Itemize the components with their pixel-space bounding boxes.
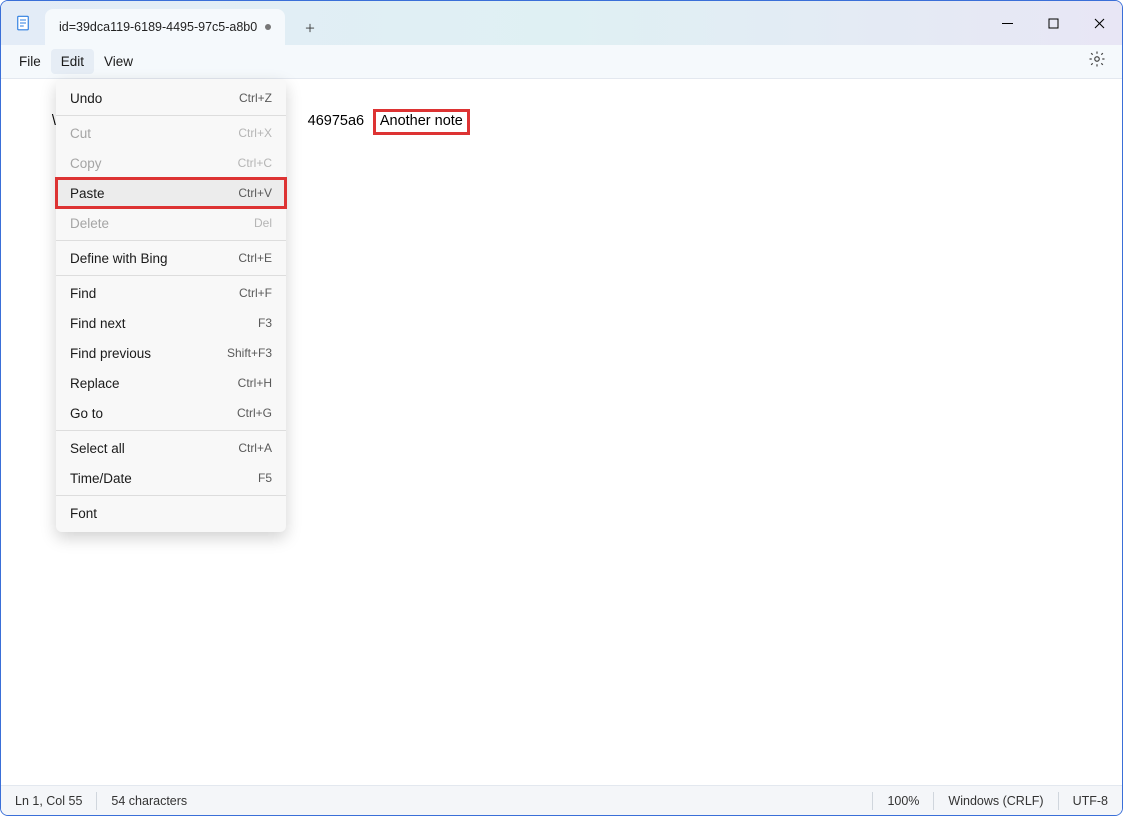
settings-button[interactable] (1080, 45, 1114, 78)
notepad-icon (14, 14, 32, 32)
menu-item-define-with-bing[interactable]: Define with Bing Ctrl+E (56, 243, 286, 273)
menu-separator (56, 495, 286, 496)
menu-item-shortcut: F5 (258, 471, 272, 485)
menu-item-select-all[interactable]: Select all Ctrl+A (56, 433, 286, 463)
menu-view[interactable]: View (94, 49, 143, 74)
menu-item-shortcut: Ctrl+Z (239, 91, 272, 105)
menu-item-shortcut: Ctrl+F (239, 286, 272, 300)
menu-file[interactable]: File (9, 49, 51, 74)
menu-item-shortcut: Ctrl+A (238, 441, 272, 455)
menu-item-find-previous[interactable]: Find previous Shift+F3 (56, 338, 286, 368)
editor-text-mid: 46975a6 (308, 113, 364, 129)
menu-item-label: Time/Date (70, 471, 132, 486)
menu-item-time-date[interactable]: Time/Date F5 (56, 463, 286, 493)
menu-item-label: Find (70, 286, 96, 301)
menu-item-label: Cut (70, 126, 91, 141)
tab-title: id=39dca119-6189-4495-97c5-a8b0 (59, 20, 257, 34)
menu-item-shortcut: F3 (258, 316, 272, 330)
menu-item-label: Font (70, 506, 97, 521)
menu-separator (56, 275, 286, 276)
status-chars: 54 characters (97, 786, 201, 815)
minimize-button[interactable] (984, 1, 1030, 45)
maximize-icon (1048, 18, 1059, 29)
menu-item-label: Define with Bing (70, 251, 168, 266)
statusbar: Ln 1, Col 55 54 characters 100% Windows … (1, 785, 1122, 815)
menu-item-replace[interactable]: Replace Ctrl+H (56, 368, 286, 398)
menu-separator (56, 240, 286, 241)
highlighted-text: Another note (373, 109, 470, 135)
menu-item-shortcut: Ctrl+C (238, 156, 272, 170)
gear-icon (1088, 50, 1106, 68)
menu-item-shortcut: Ctrl+V (238, 186, 272, 200)
menu-separator (56, 430, 286, 431)
menu-item-paste[interactable]: Paste Ctrl+V (56, 178, 286, 208)
menubar: File Edit View (1, 45, 1122, 79)
plus-icon (303, 21, 317, 35)
titlebar: id=39dca119-6189-4495-97c5-a8b0 (1, 1, 1122, 45)
menu-item-label: Copy (70, 156, 102, 171)
menu-item-label: Find previous (70, 346, 151, 361)
status-encoding[interactable]: UTF-8 (1059, 786, 1122, 815)
menu-item-go-to[interactable]: Go to Ctrl+G (56, 398, 286, 428)
menu-item-label: Delete (70, 216, 109, 231)
status-position: Ln 1, Col 55 (1, 786, 96, 815)
menu-separator (56, 115, 286, 116)
tab-document[interactable]: id=39dca119-6189-4495-97c5-a8b0 (45, 9, 285, 45)
maximize-button[interactable] (1030, 1, 1076, 45)
menu-item-shortcut: Ctrl+E (238, 251, 272, 265)
close-icon (1094, 18, 1105, 29)
menu-item-label: Go to (70, 406, 103, 421)
menu-item-find[interactable]: Find Ctrl+F (56, 278, 286, 308)
menu-item-font[interactable]: Font (56, 498, 286, 528)
tab-strip: id=39dca119-6189-4495-97c5-a8b0 (45, 1, 327, 45)
menu-item-shortcut: Del (254, 216, 272, 230)
menu-item-label: Replace (70, 376, 120, 391)
menu-item-delete: Delete Del (56, 208, 286, 238)
menu-edit[interactable]: Edit (51, 49, 94, 74)
status-line-ending[interactable]: Windows (CRLF) (934, 786, 1057, 815)
menu-item-shortcut: Ctrl+X (238, 126, 272, 140)
menu-item-undo[interactable]: Undo Ctrl+Z (56, 83, 286, 113)
menu-item-copy: Copy Ctrl+C (56, 148, 286, 178)
status-zoom[interactable]: 100% (873, 786, 933, 815)
edit-menu-dropdown: Undo Ctrl+Z Cut Ctrl+X Copy Ctrl+C Paste Ctrl+V… (56, 79, 286, 532)
close-button[interactable] (1076, 1, 1122, 45)
menu-item-shortcut: Ctrl+H (238, 376, 272, 390)
menu-item-label: Paste (70, 186, 105, 201)
minimize-icon (1002, 18, 1013, 29)
menu-item-find-next[interactable]: Find next F3 (56, 308, 286, 338)
modified-indicator-icon (265, 24, 271, 30)
notepad-window: id=39dca119-6189-4495-97c5-a8b0 (0, 0, 1123, 816)
window-controls (984, 1, 1122, 45)
app-icon (1, 1, 45, 45)
menu-item-shortcut: Ctrl+G (237, 406, 272, 420)
menu-item-label: Select all (70, 441, 125, 456)
menu-item-shortcut: Shift+F3 (227, 346, 272, 360)
new-tab-button[interactable] (293, 11, 327, 45)
menu-item-cut: Cut Ctrl+X (56, 118, 286, 148)
menu-item-label: Find next (70, 316, 126, 331)
menu-item-label: Undo (70, 91, 102, 106)
